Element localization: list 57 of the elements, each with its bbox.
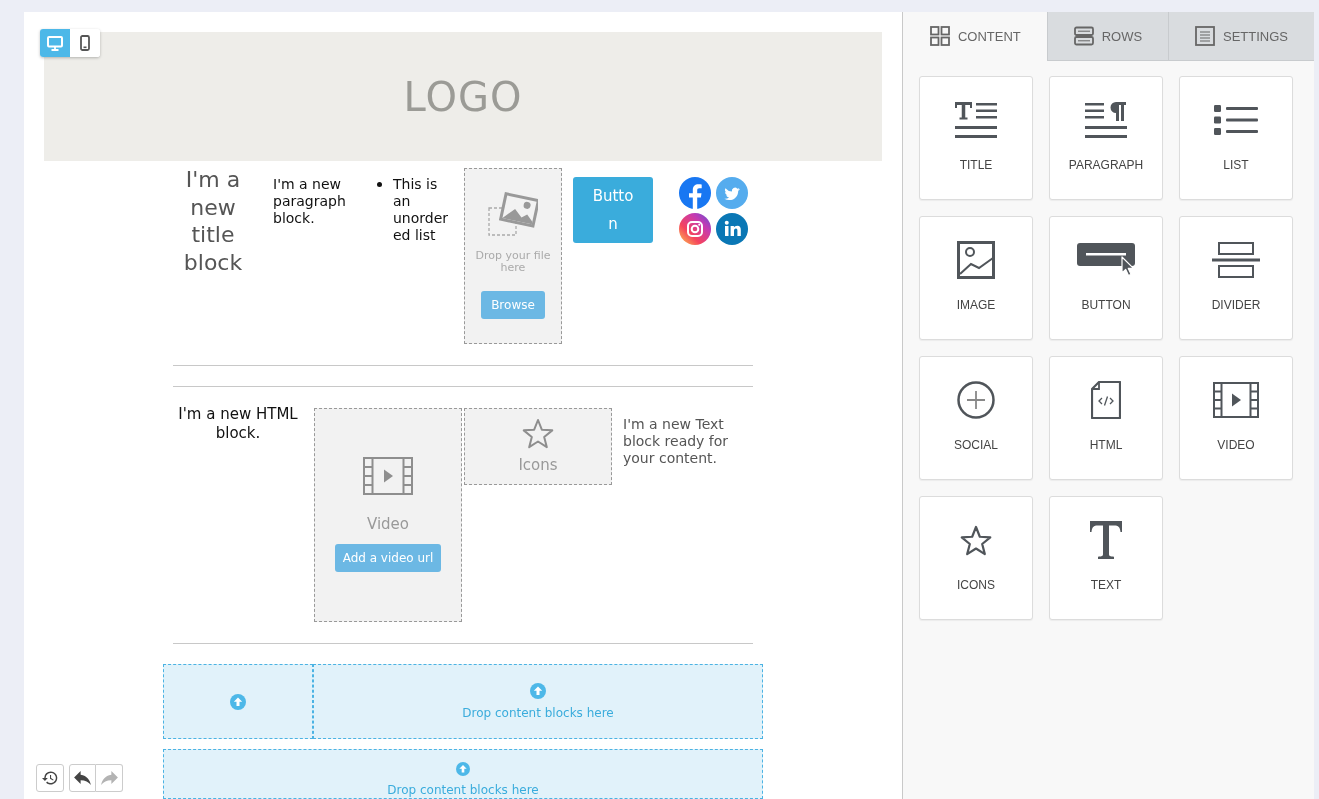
facebook-icon[interactable] (678, 177, 711, 209)
block-tile[interactable]: IMAGE (919, 216, 1033, 340)
block-tile[interactable]: TEXT (1049, 496, 1163, 620)
grid-icon (929, 26, 950, 46)
image-icon (957, 241, 995, 279)
document-icon (1195, 26, 1215, 46)
bullet-icon (376, 182, 382, 187)
star-icon (522, 418, 554, 449)
history-icon (42, 770, 58, 786)
drop-hint-text: Drop content blocks here (462, 704, 614, 721)
block-tile[interactable]: TITLE (919, 76, 1033, 200)
twitter-bird-icon[interactable] (715, 177, 748, 209)
html-block-text: I'm a new HTML block. (177, 405, 299, 443)
icons-label: Icons (518, 456, 558, 474)
upload-icon (530, 682, 546, 699)
letter-t-icon (1090, 521, 1122, 559)
history-button[interactable] (36, 764, 64, 792)
logo-text: LOGO (403, 73, 523, 120)
video-label: Video (367, 515, 409, 533)
button-cursor-icon (1077, 243, 1135, 277)
block-tile[interactable]: BUTTON (1049, 216, 1163, 340)
paragraph-icon (1085, 101, 1127, 139)
block-tile[interactable]: DIVIDER (1179, 216, 1293, 340)
drop-hint-text: Drop content blocks here (387, 782, 539, 798)
plus-circle-icon (957, 381, 995, 419)
film-icon (363, 457, 413, 495)
upload-icon (230, 693, 246, 710)
phone-icon (80, 35, 90, 51)
block-tile[interactable]: PARAGRAPH (1049, 76, 1163, 200)
code-file-icon (1091, 381, 1121, 419)
monitor-icon (47, 35, 63, 51)
linkedin-icon[interactable] (715, 213, 748, 245)
block-tile[interactable]: HTML (1049, 356, 1163, 480)
divider-icon (1212, 242, 1260, 278)
undo-icon (74, 771, 91, 785)
list-item-text: This is an unordered list (393, 176, 450, 244)
instagram-icon[interactable] (678, 213, 711, 245)
title-text: I'm a new title block (182, 166, 244, 276)
film-icon (1213, 382, 1259, 418)
redo-icon (100, 771, 118, 785)
rows-icon (1073, 26, 1094, 46)
paragraph-text: I'm a new paragraph block. (273, 176, 347, 227)
panel-tab[interactable]: SETTINGS (1168, 12, 1314, 61)
block-tile[interactable]: VIDEO (1179, 356, 1293, 480)
block-tile[interactable]: ICONS (919, 496, 1033, 620)
heading-lines-icon (955, 101, 997, 139)
panel-tab[interactable]: ROWS (1046, 12, 1169, 61)
image-placeholder-icon (488, 192, 538, 237)
undo-button[interactable] (69, 764, 96, 792)
text-block-text: I'm a new Text block ready for your content. (623, 416, 730, 467)
star-icon (959, 524, 993, 556)
list-icon (1214, 105, 1258, 135)
drop-hint-text: Drop your file here (474, 250, 552, 274)
upload-icon (455, 762, 471, 776)
mobile-view-button[interactable] (70, 29, 100, 57)
block-tile[interactable]: LIST (1179, 76, 1293, 200)
block-tile[interactable]: SOCIAL (919, 356, 1033, 480)
